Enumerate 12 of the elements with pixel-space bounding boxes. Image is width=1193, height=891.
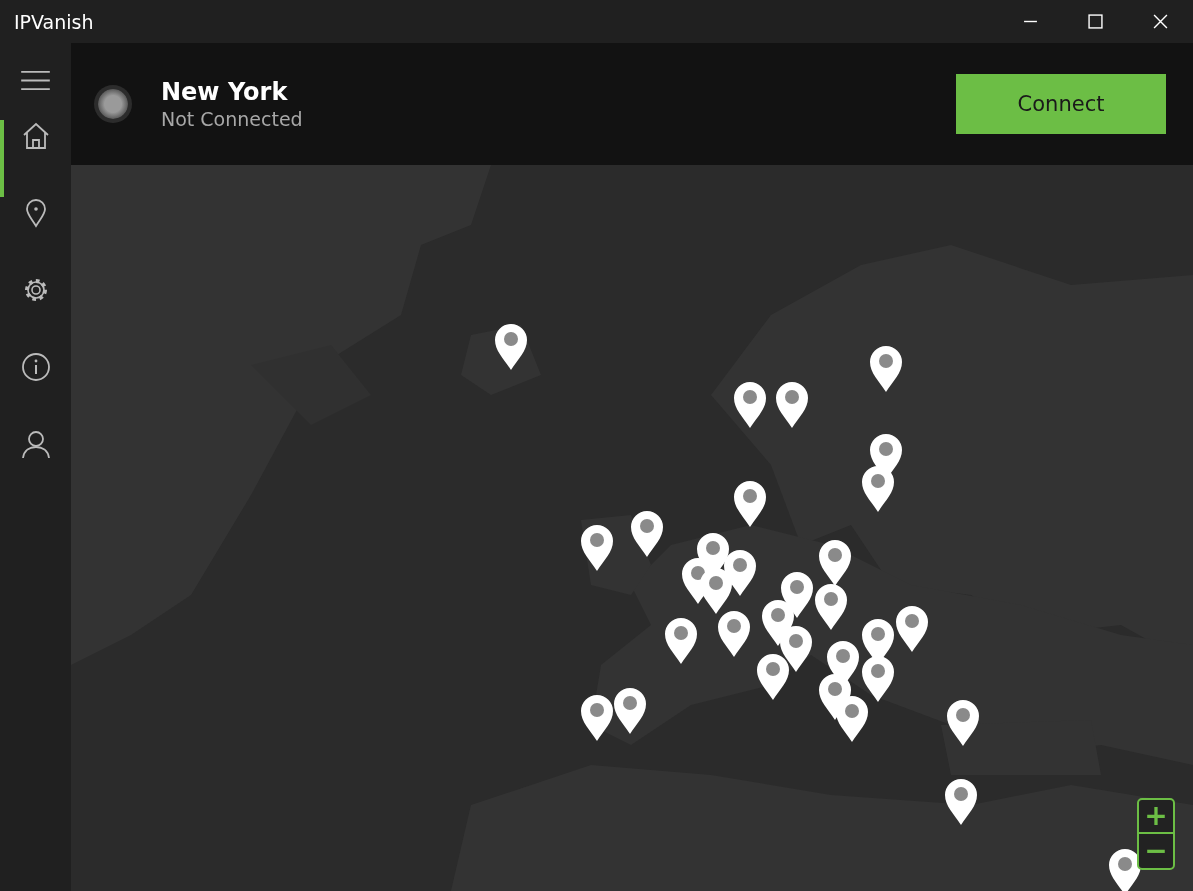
map-pins-drawing[interactable] xyxy=(495,324,1141,891)
menu-icon[interactable] xyxy=(20,70,51,91)
zoom-out-button[interactable]: − xyxy=(1139,834,1173,868)
connection-status: Not Connected xyxy=(161,108,304,130)
connect-button[interactable]: Connect xyxy=(956,74,1166,134)
location-name: New York xyxy=(161,78,289,106)
info-icon xyxy=(20,351,51,383)
user-icon xyxy=(20,428,51,460)
close-icon[interactable] xyxy=(1153,14,1168,29)
maximize-icon[interactable] xyxy=(1088,14,1103,29)
zoom-in-button[interactable]: + xyxy=(1139,800,1173,834)
window-title: IPVanish xyxy=(14,10,94,33)
